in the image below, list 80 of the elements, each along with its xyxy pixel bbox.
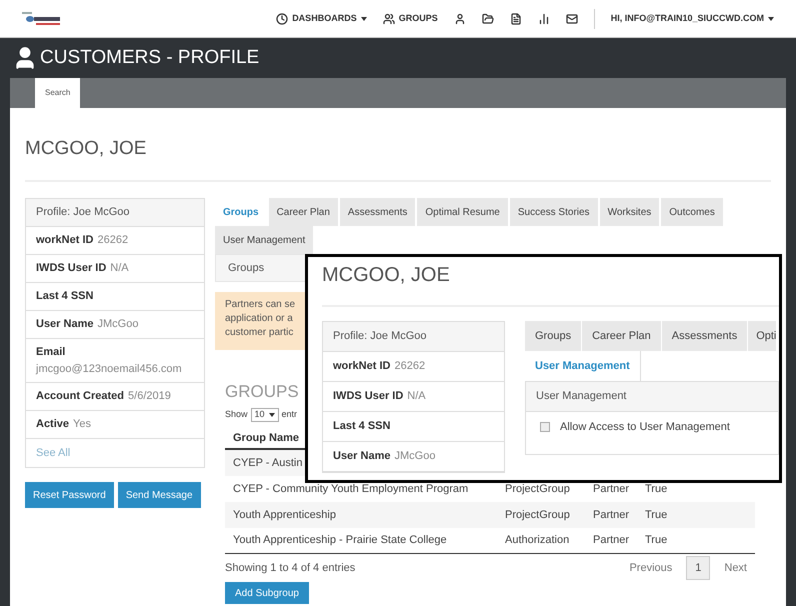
show-label: Show xyxy=(225,408,248,422)
pagination-button[interactable]: Previous xyxy=(621,556,680,580)
table-info: Showing 1 to 4 of 4 entries xyxy=(225,560,356,576)
checkbox[interactable] xyxy=(540,422,550,432)
field-label: Active xyxy=(36,417,70,432)
caret-icon xyxy=(768,16,774,20)
panel-header: User Management xyxy=(526,382,778,412)
tab[interactable]: Optimal Resume xyxy=(417,198,508,226)
send-message-button[interactable]: Send Message xyxy=(118,482,201,508)
entries-label: entr xyxy=(282,408,298,422)
column-header: Group Name xyxy=(233,430,300,446)
caret-icon xyxy=(360,16,367,20)
alert-text: customer partic xyxy=(225,326,294,340)
document-icon[interactable] xyxy=(510,12,522,24)
groups-link[interactable]: GROUPS xyxy=(382,12,438,26)
customer-name: MCGOO, JOE xyxy=(25,137,146,161)
table-cell: ProjectGroup xyxy=(505,482,570,495)
field-value: 26262 xyxy=(97,233,128,248)
field-label: Account Created xyxy=(36,389,124,404)
table-cell: True xyxy=(645,482,668,495)
table-cell: Youth Apprenticeship - Prairie State College xyxy=(233,534,447,546)
field-value: N/A xyxy=(407,389,426,404)
field-value: 5/6/2019 xyxy=(128,389,171,404)
profile-header: Profile: Joe McGoo xyxy=(26,199,204,227)
table-cell: Partner xyxy=(593,508,630,521)
field-label: User Name xyxy=(36,317,94,332)
table-cell: True xyxy=(645,534,668,546)
add-subgroup-button[interactable]: Add Subgroup xyxy=(225,582,309,604)
clock-icon xyxy=(276,12,288,24)
groups-heading: GROUPS xyxy=(225,382,299,402)
field-label: workNet ID xyxy=(333,359,390,374)
caret-icon xyxy=(268,413,275,417)
table-cell: CYEP - Austin xyxy=(233,456,302,469)
alert-text: application or a xyxy=(225,312,293,326)
user-icon[interactable] xyxy=(454,12,466,24)
alert-text: Partners can se xyxy=(225,298,296,312)
field-value: Yes xyxy=(73,417,91,432)
reset-password-button[interactable]: Reset Password xyxy=(25,482,114,508)
field-value: jmcgoo@123noemail456.com xyxy=(36,362,183,376)
tab[interactable]: Worksites xyxy=(600,198,660,226)
tab[interactable]: Groups xyxy=(525,321,582,351)
search-tab[interactable]: Search xyxy=(35,78,80,108)
table-cell: True xyxy=(645,508,668,521)
bar-chart-icon[interactable] xyxy=(538,12,550,24)
profile-header: Profile: Joe McGoo xyxy=(323,322,504,352)
table-cell: Partner xyxy=(593,482,630,495)
tab[interactable]: User Management xyxy=(215,226,314,254)
users-icon xyxy=(382,12,395,24)
table-cell: Partner xyxy=(593,534,630,546)
tab[interactable]: Opti xyxy=(748,321,776,351)
pagination-button[interactable]: 1 xyxy=(686,556,710,580)
table-cell: Youth Apprenticeship xyxy=(233,508,336,521)
field-label: Last 4 SSN xyxy=(36,289,94,304)
tab[interactable]: Assessments xyxy=(340,198,416,226)
field-label: User Name xyxy=(333,449,390,464)
mail-icon[interactable] xyxy=(566,12,578,24)
tab[interactable]: Success Stories xyxy=(510,198,598,226)
pagination-button[interactable]: Next xyxy=(716,556,755,580)
table-cell: Authorization xyxy=(505,534,570,546)
field-label: workNet ID xyxy=(36,233,94,248)
field-label: Email xyxy=(36,345,66,360)
dashboards-menu[interactable]: DASHBOARDS xyxy=(276,12,367,26)
folder-icon[interactable] xyxy=(482,12,494,24)
field-label: IWDS User ID xyxy=(36,261,106,276)
tab[interactable]: Assessments xyxy=(662,321,748,351)
checkbox-label: Allow Access to User Management xyxy=(560,420,730,435)
field-value: 26262 xyxy=(394,359,426,374)
page-size-select[interactable]: 10 xyxy=(250,408,279,422)
tab[interactable]: Outcomes xyxy=(661,198,723,226)
user-menu[interactable]: HI, INFO@TRAIN10_SIUCCWD.COM xyxy=(610,12,774,26)
table-cell: ProjectGroup xyxy=(505,508,570,521)
tab[interactable]: Career Plan xyxy=(582,321,662,351)
table-cell: CYEP - Community Youth Employment Program xyxy=(233,482,468,495)
tab[interactable]: Career Plan xyxy=(268,198,338,226)
page-title: CUSTOMERS - PROFILE xyxy=(40,46,260,70)
field-label: IWDS User ID xyxy=(333,389,404,404)
field-value: JMcGoo xyxy=(394,449,436,464)
field-value: N/A xyxy=(110,261,129,276)
field-value: JMcGoo xyxy=(97,317,138,332)
field-label: Last 4 SSN xyxy=(333,419,390,434)
